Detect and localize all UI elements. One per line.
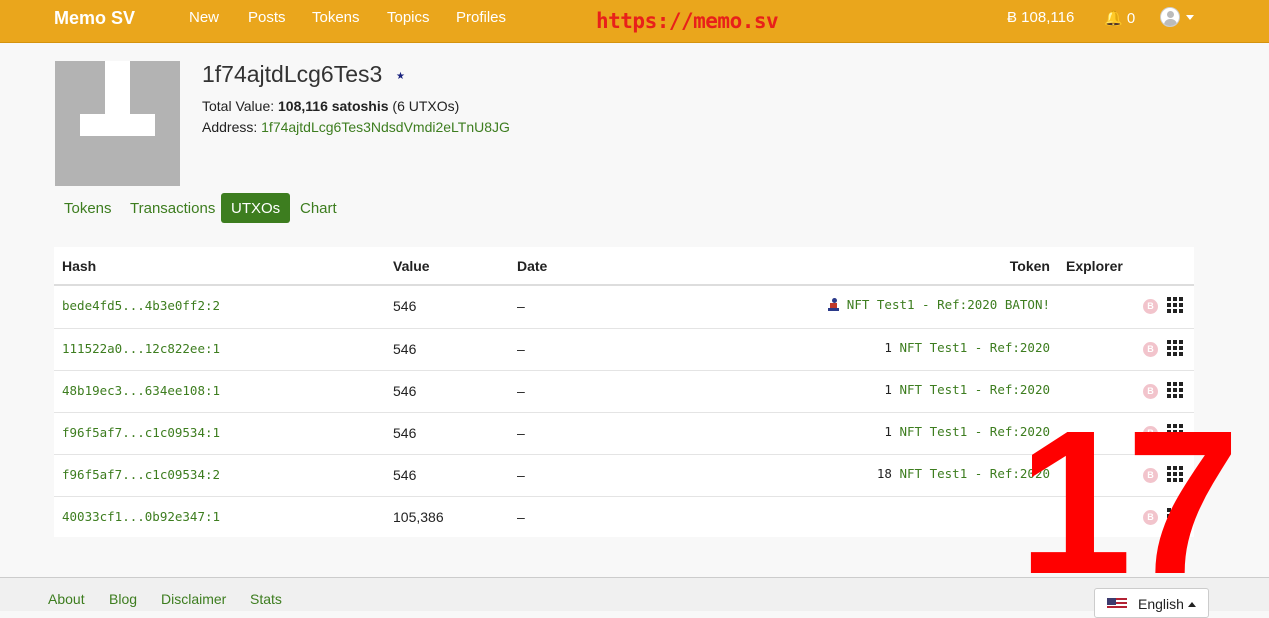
user-menu-dropdown[interactable] (1160, 7, 1200, 31)
baton-icon (827, 298, 840, 311)
utxo-value: 546 (393, 383, 417, 399)
brand-logo[interactable]: Memo SV (54, 8, 135, 29)
utxo-hash-link[interactable]: f96f5af7...c1c09534:2 (62, 467, 220, 482)
utxo-hash-link[interactable]: 48b19ec3...634ee108:1 (62, 383, 220, 398)
token-quantity: 1 (884, 382, 900, 397)
total-label: Total Value: (202, 98, 279, 114)
footer-disclaimer[interactable]: Disclaimer (161, 591, 226, 607)
nav-profiles[interactable]: Profiles (456, 9, 506, 26)
notifications-bell[interactable]: 🔔 0 (1104, 9, 1135, 27)
utxo-date: – (517, 341, 525, 357)
utxo-value: 546 (393, 425, 417, 441)
tab-chart[interactable]: Chart (290, 193, 347, 223)
table-row: bede4fd5...4b3e0ff2:2 546 – NFT Test1 - … (54, 286, 1194, 328)
utxo-count: (6 UTXOs) (388, 98, 460, 114)
nav-posts[interactable]: Posts (248, 9, 286, 26)
footer-about[interactable]: About (48, 591, 85, 607)
profile-avatar (55, 61, 180, 186)
utxo-value: 546 (393, 298, 417, 314)
token-quantity: 1 (884, 340, 900, 355)
watermark-url: https://memo.sv (596, 9, 779, 33)
token-quantity: 18 (876, 466, 900, 481)
footer-stats[interactable]: Stats (250, 591, 282, 607)
tab-tokens[interactable]: Tokens (54, 193, 122, 223)
utxo-date: – (517, 467, 525, 483)
utxo-value: 105,386 (393, 509, 444, 525)
nav-tokens[interactable]: Tokens (312, 9, 360, 26)
total-value-line: Total Value: 108,116 satoshis (6 UTXOs) (202, 98, 459, 114)
utxo-date: – (517, 298, 525, 314)
utxo-value: 546 (393, 467, 417, 483)
overlay-number: 17 (1018, 388, 1240, 617)
profile-name: 1f74ajtdLcg6Tes3 (202, 61, 383, 87)
token-link[interactable]: NFT Test1 - Ref:2020 (899, 340, 1050, 355)
header-hash: Hash (62, 258, 97, 274)
wallet-balance[interactable]: Ƀ 108,116 (1007, 9, 1074, 26)
token-link[interactable]: NFT Test1 - Ref:2020 BATON! (847, 297, 1050, 312)
utxo-date: – (517, 425, 525, 441)
header-value: Value (393, 258, 430, 274)
header-date: Date (517, 258, 548, 274)
grid-explorer-icon[interactable] (1167, 340, 1184, 357)
tab-utxos[interactable]: UTXOs (221, 193, 291, 223)
footer-blog[interactable]: Blog (109, 591, 137, 607)
bsv-explorer-icon[interactable]: B (1143, 299, 1158, 314)
utxo-value: 546 (393, 341, 417, 357)
nav-topics[interactable]: Topics (387, 9, 430, 26)
header-explorer: Explorer (1066, 258, 1123, 274)
tab-transactions[interactable]: Transactions (120, 193, 225, 223)
utxo-date: – (517, 509, 525, 525)
chevron-down-icon (1186, 15, 1194, 20)
grid-explorer-icon[interactable] (1167, 297, 1184, 314)
address-link[interactable]: 1f74ajtdLcg6Tes3NdsdVmdi2eLTnU8JG (261, 119, 510, 135)
address-line: Address: 1f74ajtdLcg6Tes3NdsdVmdi2eLTnU8… (202, 119, 510, 135)
address-label: Address: (202, 119, 262, 135)
table-row: 111522a0...12c822ee:1 546 – 1 NFT Test1 … (54, 328, 1194, 370)
star-icon: ★ (396, 71, 405, 82)
utxo-hash-link[interactable]: f96f5af7...c1c09534:1 (62, 425, 220, 440)
utxo-hash-link[interactable]: 111522a0...12c822ee:1 (62, 341, 220, 356)
token-quantity: 1 (884, 424, 900, 439)
avatar-icon (1160, 7, 1180, 27)
utxo-token: NFT Test1 - Ref:2020 BATON! (827, 297, 1050, 312)
header-token: Token (1009, 258, 1050, 274)
total-value: 108,116 satoshis (278, 98, 389, 114)
bsv-explorer-icon[interactable]: B (1143, 342, 1158, 357)
utxo-date: – (517, 383, 525, 399)
utxo-hash-link[interactable]: 40033cf1...0b92e347:1 (62, 509, 220, 524)
top-navbar: Memo SV New Posts Tokens Topics Profiles… (0, 0, 1269, 43)
utxo-token: 1 NFT Test1 - Ref:2020 (884, 340, 1050, 355)
utxo-hash-link[interactable]: bede4fd5...4b3e0ff2:2 (62, 298, 220, 313)
nav-new[interactable]: New (189, 9, 219, 26)
